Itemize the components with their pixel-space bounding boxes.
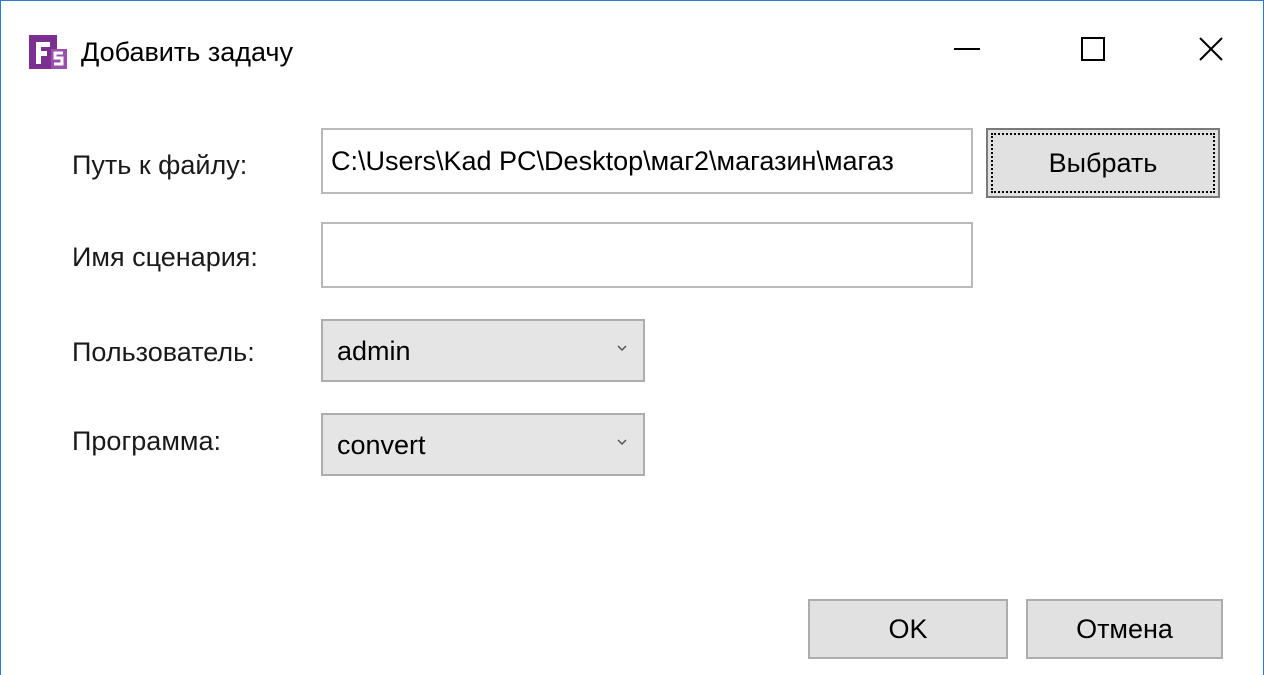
user-label: Пользователь: (72, 337, 255, 367)
minimize-button[interactable] (927, 19, 1007, 79)
cancel-button-label: Отмена (1076, 613, 1173, 644)
window-title: Добавить задачу (81, 37, 293, 67)
file-path-label: Путь к файлу: (72, 150, 248, 180)
browse-button[interactable]: Выбрать (986, 128, 1220, 198)
app-logo-icon (29, 35, 67, 69)
program-select-value: convert (337, 430, 426, 460)
chevron-down-icon (617, 345, 627, 352)
title-bar[interactable]: Добавить задачу (1, 1, 1263, 97)
program-label: Программа: (72, 426, 221, 456)
user-select-value: admin (337, 336, 411, 366)
maximize-icon (1081, 37, 1105, 61)
maximize-button[interactable] (1053, 19, 1133, 79)
scenario-name-label: Имя сценария: (72, 242, 258, 272)
program-select[interactable]: convert (321, 413, 645, 476)
close-button[interactable] (1171, 19, 1251, 79)
ok-button-label: OK (888, 613, 928, 644)
scenario-name-input[interactable] (321, 222, 973, 288)
file-path-input[interactable]: C:\Users\Kad PC\Desktop\маг2\магазин\маг… (321, 128, 973, 194)
file-path-value: C:\Users\Kad PC\Desktop\маг2\магазин\маг… (331, 146, 894, 176)
ok-button[interactable]: OK (808, 599, 1008, 659)
add-task-dialog: Добавить задачу Путь к файлу: C:\Users\K… (0, 0, 1264, 675)
browse-button-label: Выбрать (1048, 147, 1158, 178)
chevron-down-icon (617, 439, 627, 446)
cancel-button[interactable]: Отмена (1026, 599, 1223, 659)
close-icon (1199, 37, 1223, 61)
user-select[interactable]: admin (321, 319, 645, 382)
minimize-icon (954, 48, 980, 50)
